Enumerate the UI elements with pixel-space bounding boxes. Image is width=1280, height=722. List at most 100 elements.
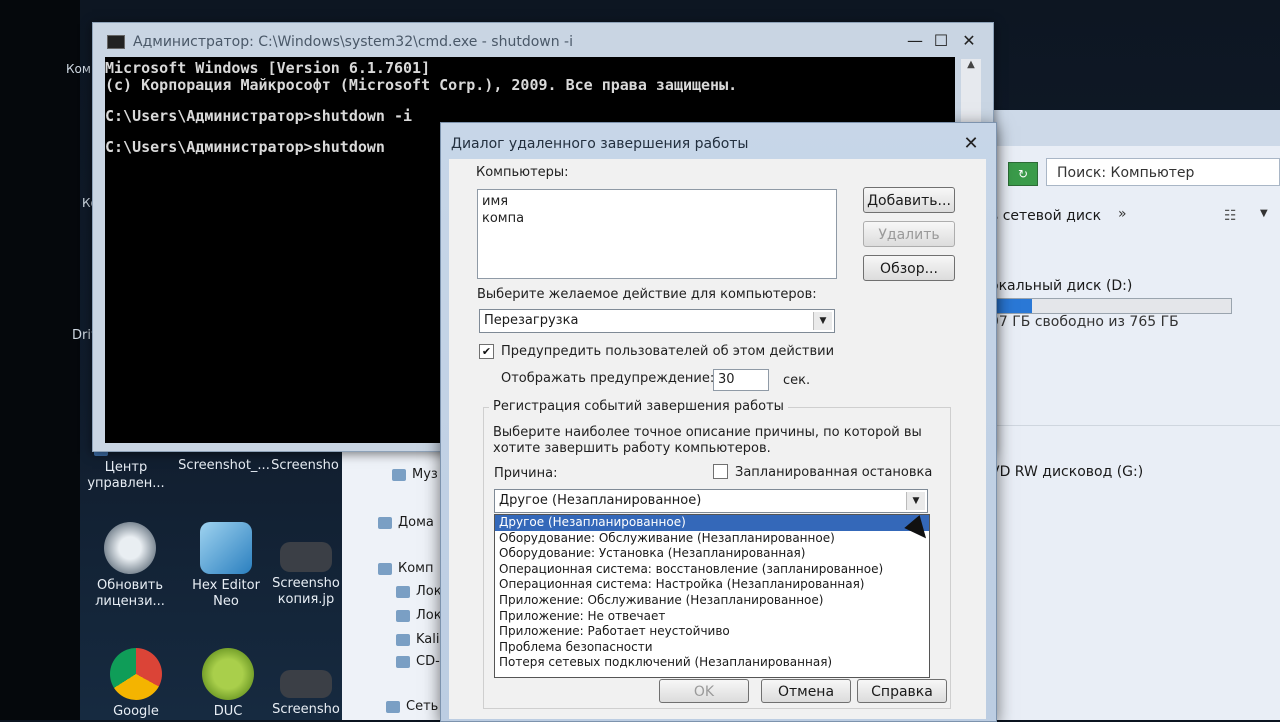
seconds-label: сек. [783,373,811,388]
view-options-icon[interactable]: ☷ [1224,208,1237,224]
chevron-down-icon[interactable]: ▼ [1260,208,1268,219]
cmd-icon [107,35,125,49]
reason-option[interactable]: Оборудование: Обслуживание (Незапланиров… [495,531,929,547]
warning-seconds-input[interactable]: 30 [713,369,769,391]
dialog-title: Диалог удаленного завершения работы [451,136,749,152]
desktop-icon-label-partial: Ком [66,62,91,76]
desktop-icon-duc[interactable]: DUC [186,648,270,720]
planned-label: Запланированная остановка [735,465,933,480]
desktop-icon-screenshot-copy[interactable]: Screensho копия.jp [272,542,340,608]
reason-select-value: Другое (Незапланированное) [499,493,702,508]
list-item[interactable]: имя [478,193,836,210]
checkmark-icon: ✔ [481,345,492,358]
group-title: Регистрация событий завершения работы [489,399,788,414]
nav-item-music[interactable]: Муз [392,467,438,482]
add-computer-button[interactable]: Добавить... [863,187,955,213]
update-license-icon [104,522,156,574]
cmd-titlebar[interactable]: Администратор: C:\Windows\system32\cmd.e… [93,23,993,57]
reason-select[interactable]: Другое (Незапланированное) ▼ [494,489,928,513]
nav-item-kali[interactable]: Kali [396,632,440,647]
explorer-titlebar [990,110,1280,146]
desktop-icon-screenshot-2[interactable]: Screensho [270,458,340,474]
action-select-value: Перезагрузка [484,313,579,328]
chrome-icon [110,648,162,700]
minimize-button[interactable]: — [903,31,927,51]
nav-item-computer[interactable]: Комп [378,561,434,576]
reason-option[interactable]: Приложение: Обслуживание (Незапланирован… [495,593,929,609]
console-line: C:\Users\Администратор>shutdown -i [105,107,413,125]
remove-computer-button[interactable]: Удалить [863,221,955,247]
nav-item-cd-drive[interactable]: CD- [396,654,440,669]
homegroup-icon [378,516,392,529]
cancel-button[interactable]: Отмена [761,679,851,703]
reason-dropdown-list[interactable]: Другое (Незапланированное) Оборудование: … [494,514,930,678]
refresh-icon[interactable]: ↻ [1008,162,1038,186]
reason-option[interactable]: Проблема безопасности [495,640,929,656]
action-label: Выберите желаемое действие для компьютер… [477,287,817,302]
list-item[interactable]: компа [478,210,836,227]
drive-d-label[interactable]: окальный диск (D:) [990,278,1132,294]
group-description: хотите завершить работу компьютеров. [493,441,771,456]
drive-icon [396,633,410,646]
dialog-client-area: Компьютеры: имя компа Добавить... Удалит… [449,159,986,719]
nav-item-local-disk-2[interactable]: Лок [396,608,442,623]
chevron-down-icon[interactable]: ▼ [906,492,925,510]
reason-option[interactable]: Операционная система: Настройка (Незапла… [495,577,929,593]
warn-users-checkbox[interactable]: ✔ [479,344,494,359]
chevron-down-icon[interactable]: ▼ [813,312,832,330]
help-button[interactable]: Справка [857,679,947,703]
explorer-window: ↻ Поиск: Компьютер ь сетевой диск » ☷ ▼ … [990,110,1280,720]
cmd-window-title: Администратор: C:\Windows\system32\cmd.e… [133,34,573,50]
reason-option[interactable]: Приложение: Работает неустойчиво [495,624,929,640]
drive-d-usage-fill [991,299,1032,313]
drive-g-label[interactable]: VD RW дисковод (G:) [990,464,1143,480]
map-network-drive-button[interactable]: ь сетевой диск [990,208,1101,224]
search-input[interactable]: Поиск: Компьютер [1046,158,1280,186]
music-icon [392,468,406,481]
console-line: C:\Users\Администратор>shutdown [105,138,385,156]
scroll-up-icon[interactable]: ▲ [961,59,981,70]
planned-checkbox[interactable] [713,464,728,479]
reason-option[interactable]: Потеря сетевых подключений (Незапланиров… [495,655,929,671]
remote-shutdown-dialog: Диалог удаленного завершения работы ✕ Ко… [440,122,997,722]
close-button[interactable]: ✕ [957,31,981,51]
drive-d-usage-bar [990,298,1232,314]
browse-button[interactable]: Обзор... [863,255,955,281]
desktop-icon-update-license[interactable]: Обновить лицензи... [88,522,172,610]
drive-d-free-space: 97 ГБ свободно из 765 ГБ [990,314,1179,330]
ok-button[interactable]: OK [659,679,749,703]
cd-drive-icon [396,655,410,668]
toolbar-more-button[interactable]: » [1118,206,1127,222]
reason-option[interactable]: Приложение: Не отвечает [495,609,929,625]
group-description: Выберите наиболее точное описание причин… [493,425,922,440]
image-thumbnail-icon [280,542,332,572]
desktop-icon-google-chrome[interactable]: Google [94,648,178,720]
duc-icon [202,648,254,700]
desktop-icon-screenshot-1[interactable]: Screenshot_... [176,458,272,474]
warn-users-label: Предупредить пользователей об этом дейст… [501,344,835,359]
hard-drive-icon [396,585,410,598]
dialog-close-button[interactable]: ✕ [959,133,983,155]
nav-item-network[interactable]: Сеть [386,699,438,714]
console-line: (c) Корпорация Майкрософт (Microsoft Cor… [105,76,738,94]
desktop-icon-hex-editor[interactable]: Hex Editor Neo [184,522,268,610]
action-select[interactable]: Перезагрузка ▼ [479,309,835,333]
desktop-icon-screenshot-3[interactable]: Screensho [272,670,340,718]
desktop-left-edge [0,0,80,720]
reason-option[interactable]: Оборудование: Установка (Незапланированн… [495,546,929,562]
hex-editor-icon [200,522,252,574]
nav-item-homegroup[interactable]: Дома [378,515,434,530]
computers-list[interactable]: имя компа [477,189,837,279]
reason-label: Причина: [494,466,558,481]
nav-item-local-disk-1[interactable]: Лок [396,584,442,599]
reason-option[interactable]: Другое (Незапланированное) [495,515,929,531]
display-warning-label: Отображать предупреждение: [501,371,715,386]
reason-option[interactable]: Операционная система: восстановление (за… [495,562,929,578]
divider [990,425,1280,426]
maximize-button[interactable]: ☐ [929,31,953,51]
network-icon [386,700,400,713]
image-thumbnail-icon [280,670,332,698]
explorer-nav-pane: Муз Дома Комп Лок Лок Kali CD- Сеть [342,452,452,720]
console-line: Microsoft Windows [Version 6.1.7601] [105,59,431,77]
computers-label: Компьютеры: [476,165,569,180]
